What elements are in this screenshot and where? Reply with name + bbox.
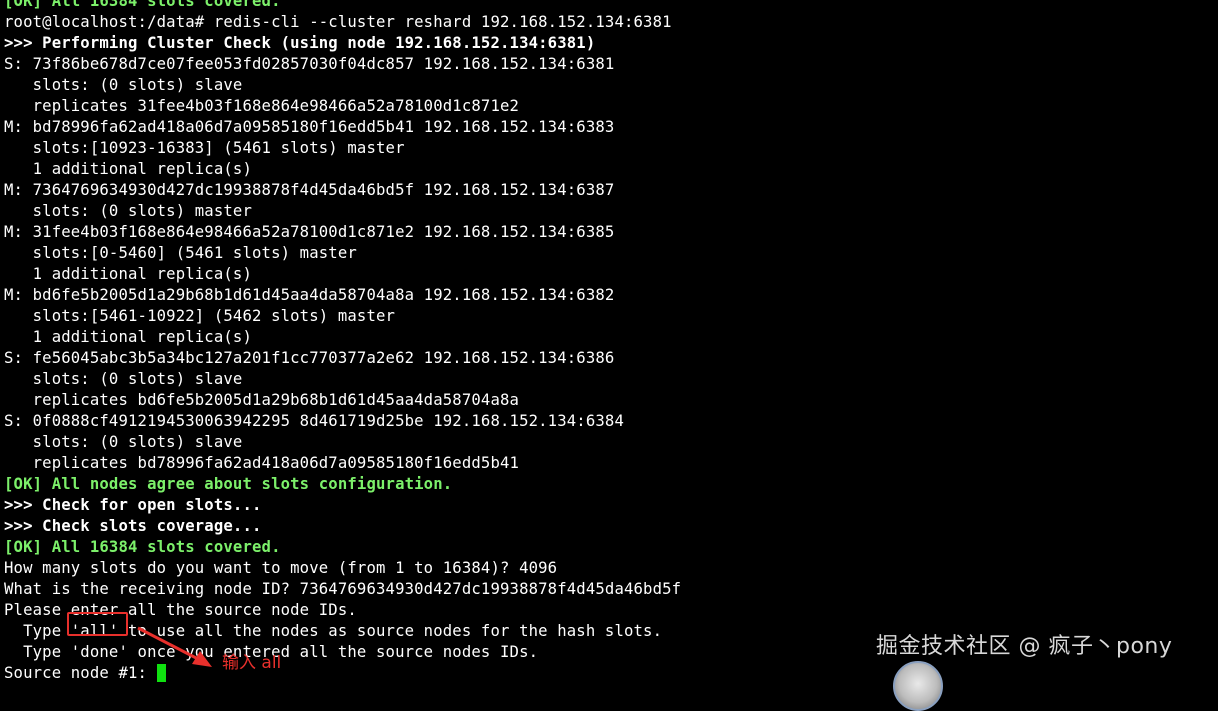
terminal-line: Please enter all the source node IDs.: [4, 601, 357, 619]
terminal-line: >>> Check for open slots...: [4, 496, 262, 514]
terminal-line: slots:[5461-10922] (5462 slots) master: [4, 307, 396, 325]
terminal-line: slots: (0 slots) slave: [4, 76, 243, 94]
terminal-lines: [OK] All 16384 slots covered. root@localh…: [4, 0, 1214, 663]
terminal-line: S: 0f0888cf4912194530063942295 8d461719d…: [4, 412, 624, 430]
source-node-prompt: Source node #1:: [4, 664, 157, 682]
terminal-cursor[interactable]: [156, 664, 166, 682]
terminal-line: >>> Performing Cluster Check (using node…: [4, 34, 596, 52]
terminal-line: M: bd78996fa62ad418a06d7a09585180f16edd5…: [4, 118, 615, 136]
terminal-line: How many slots do you want to move (from…: [4, 559, 558, 577]
terminal-output[interactable]: [OK] All 16384 slots covered. root@localh…: [4, 0, 1214, 684]
terminal-line: 1 additional replica(s): [4, 160, 252, 178]
terminal-line: slots: (0 slots) slave: [4, 433, 243, 451]
terminal-line: replicates 31fee4b03f168e864e98466a52a78…: [4, 97, 520, 115]
terminal-line: S: fe56045abc3b5a34bc127a201f1cc770377a2…: [4, 349, 615, 367]
terminal-line: slots:[0-5460] (5461 slots) master: [4, 244, 357, 262]
terminal-line: [OK] All 16384 slots covered.: [4, 0, 281, 10]
terminal-line: slots: (0 slots) master: [4, 202, 252, 220]
terminal-line: slots:[10923-16383] (5461 slots) master: [4, 139, 405, 157]
terminal-line: M: 7364769634930d427dc19938878f4d45da46b…: [4, 181, 615, 199]
terminal-line: 1 additional replica(s): [4, 328, 252, 346]
terminal-line: S: 73f86be678d7ce07fee053fd02857030f04dc…: [4, 55, 615, 73]
terminal-line: What is the receiving node ID? 736476963…: [4, 580, 682, 598]
terminal-line: [OK] All 16384 slots covered.: [4, 538, 281, 556]
terminal-line: replicates bd6fe5b2005d1a29b68b1d61d45aa…: [4, 391, 520, 409]
terminal-line: 1 additional replica(s): [4, 265, 252, 283]
terminal-line: [OK] All nodes agree about slots configu…: [4, 475, 453, 493]
input-all-annotation: 输入 all: [222, 653, 282, 673]
avatar: [893, 661, 943, 711]
terminal-line: M: bd6fe5b2005d1a29b68b1d61d45aa4da58704…: [4, 286, 615, 304]
terminal-line: slots: (0 slots) slave: [4, 370, 243, 388]
terminal-line: M: 31fee4b03f168e864e98466a52a78100d1c87…: [4, 223, 615, 241]
terminal-line: replicates bd78996fa62ad418a06d7a0958518…: [4, 454, 520, 472]
juejin-watermark: 掘金技术社区 @ 疯子丶pony: [876, 634, 1173, 659]
all-highlight-box: [67, 612, 128, 636]
terminal-line: >>> Check slots coverage...: [4, 517, 262, 535]
terminal-line: root@localhost:/data# redis-cli --cluste…: [4, 13, 672, 31]
